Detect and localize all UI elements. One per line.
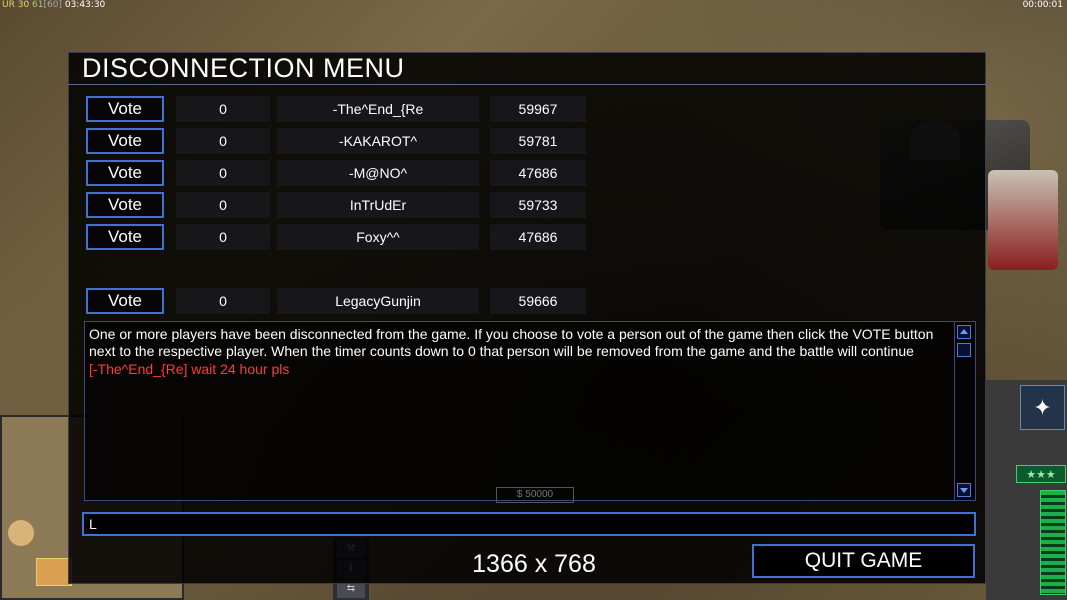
player-id: 59781 <box>490 128 586 154</box>
player-name: -M@NO^ <box>277 160 479 186</box>
vote-count: 0 <box>176 96 270 122</box>
message-log[interactable]: One or more players have been disconnect… <box>84 321 976 501</box>
chat-message: [-The^End_{Re] wait 24 hour pls <box>89 361 290 377</box>
player-name: Foxy^^ <box>277 224 479 250</box>
player-name: LegacyGunjin <box>277 288 479 314</box>
hud-stats: UR 30 61[60] 03:43:30 <box>2 0 105 10</box>
vote-count: 0 <box>176 192 270 218</box>
player-name: -The^End_{Re <box>277 96 479 122</box>
money-readout: $ 50000 <box>496 487 574 503</box>
vote-count: 0 <box>176 160 270 186</box>
message-text: One or more players have been disconnect… <box>89 326 955 378</box>
vote-button[interactable]: Vote <box>86 128 164 154</box>
title-divider <box>68 84 986 85</box>
player-id: 59666 <box>490 288 586 314</box>
hud-value-c: [60] <box>43 0 62 10</box>
quit-game-button[interactable]: QUIT GAME <box>752 544 975 578</box>
player-id: 47686 <box>490 160 586 186</box>
player-id: 59967 <box>490 96 586 122</box>
minimap-marker <box>8 520 34 546</box>
scroll-thumb[interactable] <box>957 343 971 357</box>
player-id: 47686 <box>490 224 586 250</box>
vote-count: 0 <box>176 128 270 154</box>
player-name: InTrUdEr <box>277 192 479 218</box>
arrow-down-icon <box>960 488 968 493</box>
vote-button[interactable]: Vote <box>86 288 164 314</box>
chat-input[interactable] <box>82 512 976 536</box>
hud-prefix: UR <box>2 0 15 10</box>
minimap-camera-box <box>36 558 72 586</box>
airfield-building <box>988 170 1058 270</box>
vote-button[interactable]: Vote <box>86 160 164 186</box>
scroll-up-button[interactable] <box>957 325 971 339</box>
power-meter <box>1040 490 1066 595</box>
player-name: -KAKAROT^ <box>277 128 479 154</box>
player-id: 59733 <box>490 192 586 218</box>
vote-count: 0 <box>176 288 270 314</box>
message-scrollbar[interactable] <box>954 322 975 500</box>
vote-button[interactable]: Vote <box>86 192 164 218</box>
system-message: One or more players have been disconnect… <box>89 326 934 359</box>
vote-button[interactable]: Vote <box>86 96 164 122</box>
vote-button[interactable]: Vote <box>86 224 164 250</box>
dialog-title: DISCONNECTION MENU <box>82 53 405 83</box>
rank-stars: ★★★ <box>1016 465 1066 483</box>
satellite-icon[interactable]: ✦ <box>1020 385 1065 430</box>
arrow-up-icon <box>960 329 968 334</box>
resolution-overlay: 1366 x 768 <box>472 550 596 578</box>
hud-value-b: 61 <box>32 0 44 10</box>
vote-count: 0 <box>176 224 270 250</box>
scroll-down-button[interactable] <box>957 483 971 497</box>
hud-timer: 00:00:01 <box>1022 0 1063 10</box>
hud-value-a: 30 <box>17 0 30 10</box>
hud-game-time: 03:43:30 <box>64 0 106 10</box>
